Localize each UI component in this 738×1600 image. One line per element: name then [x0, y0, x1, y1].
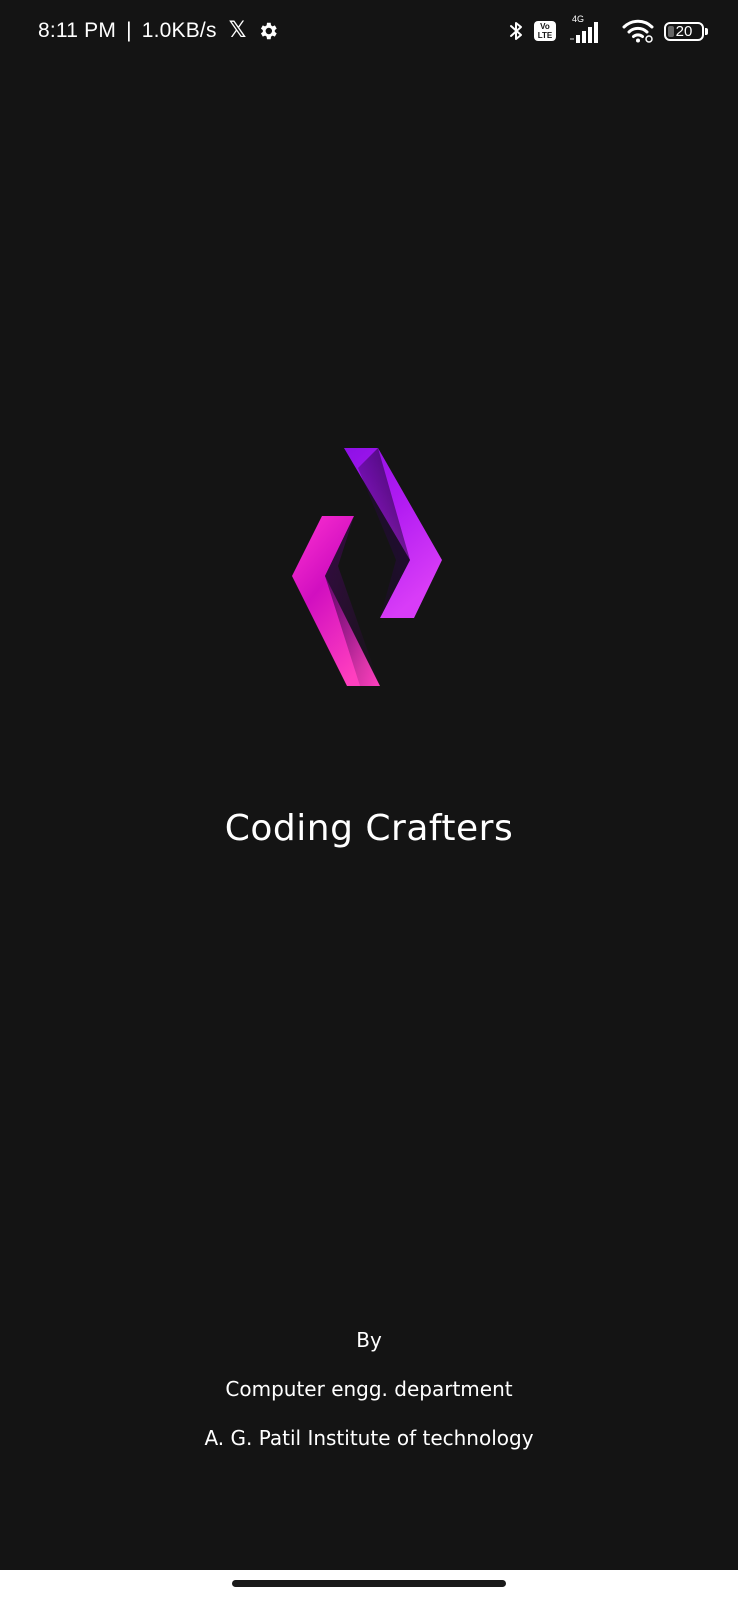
battery-icon: 20	[664, 21, 708, 41]
credits-institute: A. G. Patil Institute of technology	[204, 1426, 534, 1450]
x-app-icon: 𝕏	[228, 18, 247, 43]
status-time: 8:11 PM	[38, 18, 117, 42]
status-right: Vo LTE 4G 20	[508, 14, 708, 44]
volte-bottom-label: LTE	[537, 31, 553, 40]
battery-percentage: 20	[675, 22, 693, 40]
credits: By Computer engg. department A. G. Patil…	[0, 1325, 738, 1472]
wifi-icon	[622, 19, 654, 43]
status-separator: |	[126, 18, 132, 42]
status-left: 8:11 PM | 1.0KB/s 𝕏	[38, 18, 279, 43]
net-speed: 1.0KB/s	[141, 18, 217, 42]
credits-department: Computer engg. department	[225, 1377, 513, 1401]
splash-screen: 8:11 PM | 1.0KB/s 𝕏 Vo LTE 4G 20 Coding …	[0, 0, 738, 1600]
navigation-bar	[0, 1570, 738, 1600]
app-title: Coding Crafters	[224, 808, 514, 849]
home-indicator[interactable]	[232, 1580, 506, 1587]
signal-icon: 4G	[566, 14, 612, 44]
volte-top-label: Vo	[540, 22, 550, 31]
bluetooth-icon	[510, 22, 522, 40]
volte-icon: Vo LTE	[534, 21, 556, 41]
network-type: 4G	[572, 14, 585, 24]
status-bar: 8:11 PM | 1.0KB/s 𝕏 Vo LTE 4G 20	[0, 0, 738, 66]
credits-by: By	[356, 1328, 382, 1352]
settings-gear-icon	[260, 22, 277, 39]
coding-crafters-logo	[292, 448, 442, 686]
battery-level	[668, 25, 675, 37]
